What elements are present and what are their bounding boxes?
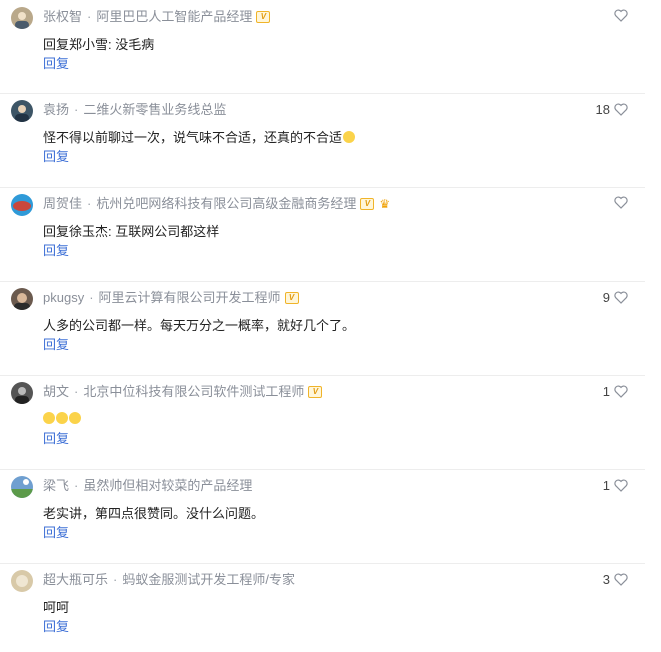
avatar[interactable] xyxy=(11,194,33,216)
avatar[interactable] xyxy=(11,570,33,592)
emoji-icon xyxy=(343,131,356,143)
author-name[interactable]: pkugsy xyxy=(43,289,84,307)
author-name[interactable]: 袁扬 xyxy=(43,101,69,119)
author-name[interactable]: 超大瓶可乐 xyxy=(43,571,108,589)
heart-icon xyxy=(614,385,628,398)
reply-button[interactable]: 回复 xyxy=(43,242,69,260)
author-name[interactable]: 胡文 xyxy=(43,383,69,401)
comment-text: 人多的公司都一样。每天万分之一概率，就好几个了。 xyxy=(43,318,356,333)
like-button[interactable]: 1 xyxy=(603,384,628,399)
like-button[interactable] xyxy=(610,196,628,209)
like-button[interactable]: 9 xyxy=(603,290,628,305)
comment-item: 张权智 · 阿里巴巴人工智能产品经理 V 回复郑小雪: 没毛病 回复 xyxy=(0,0,645,94)
author-title: 蚂蚁金服测试开发工程师/专家 xyxy=(122,572,295,587)
comment-list: 张权智 · 阿里巴巴人工智能产品经理 V 回复郑小雪: 没毛病 回复 袁扬 · … xyxy=(0,0,661,652)
verified-badge-icon: V xyxy=(284,292,299,304)
reply-button[interactable]: 回复 xyxy=(43,430,69,448)
reply-button[interactable]: 回复 xyxy=(43,618,69,636)
verified-badge-icon: V xyxy=(360,198,375,210)
comment-text: 回复郑小雪: 没毛病 xyxy=(43,37,155,52)
reply-button[interactable]: 回复 xyxy=(43,55,69,73)
reply-button[interactable]: 回复 xyxy=(43,336,69,354)
separator-dot: · xyxy=(74,478,79,493)
separator-dot: · xyxy=(74,102,79,117)
like-button[interactable] xyxy=(610,9,628,22)
separator-dot: · xyxy=(87,9,92,24)
like-count: 1 xyxy=(602,478,610,493)
heart-icon xyxy=(614,291,628,304)
reply-button[interactable]: 回复 xyxy=(43,148,69,166)
emoji-icon xyxy=(43,412,55,424)
avatar[interactable] xyxy=(11,288,33,310)
comment-text-content: 怪不得以前聊过一次，说气味不合适，还真的不合适 xyxy=(43,130,343,145)
like-button[interactable]: 18 xyxy=(596,102,628,117)
separator-dot: · xyxy=(113,572,118,587)
author-title: 阿里巴巴人工智能产品经理 xyxy=(96,9,253,24)
comment-item: 胡文 · 北京中位科技有限公司软件测试工程师 V 回复 1 xyxy=(0,375,645,470)
like-count: 1 xyxy=(602,384,610,399)
separator-dot: · xyxy=(89,290,94,305)
comment-item: 周贺佳 · 杭州兑吧网络科技有限公司高级金融商务经理 V ♛ 回复徐玉杰: 互联… xyxy=(0,187,645,282)
separator-dot: · xyxy=(74,384,79,399)
like-count: 9 xyxy=(602,290,610,305)
comment-item: 梁飞 · 虽然帅但相对较菜的产品经理 老实讲，第四点很赞同。没什么问题。 回复 … xyxy=(0,469,645,564)
comment-item: 超大瓶可乐 · 蚂蚁金服测试开发工程师/专家 呵呵 回复 3 xyxy=(0,563,645,652)
comment-text: 老实讲，第四点很赞同。没什么问题。 xyxy=(43,506,265,521)
reply-button[interactable]: 回复 xyxy=(43,524,69,542)
verified-badge-icon: V xyxy=(308,386,323,398)
author-title: 杭州兑吧网络科技有限公司高级金融商务经理 xyxy=(96,196,357,211)
avatar[interactable] xyxy=(11,100,33,122)
crown-icon: ♛ xyxy=(379,197,391,211)
like-count: 18 xyxy=(595,102,610,117)
author-title: 北京中位科技有限公司软件测试工程师 xyxy=(83,384,305,399)
author-name[interactable]: 张权智 xyxy=(43,8,82,26)
like-button[interactable]: 1 xyxy=(603,478,628,493)
emoji-icon xyxy=(69,412,81,424)
comment-text: 呵呵 xyxy=(43,600,70,615)
like-count: 3 xyxy=(602,572,610,587)
separator-dot: · xyxy=(87,196,92,211)
author-name[interactable]: 梁飞 xyxy=(43,477,69,495)
comment-text: 回复徐玉杰: 互联网公司都这样 xyxy=(43,224,220,239)
avatar[interactable] xyxy=(11,382,33,404)
comment-item: pkugsy · 阿里云计算有限公司开发工程师 V 人多的公司都一样。每天万分之… xyxy=(0,281,645,376)
heart-icon xyxy=(614,196,628,209)
heart-icon xyxy=(614,479,628,492)
comment-text: 怪不得以前聊过一次，说气味不合适，还真的不合适 xyxy=(43,129,356,147)
like-button[interactable]: 3 xyxy=(603,572,628,587)
author-title: 阿里云计算有限公司开发工程师 xyxy=(98,290,281,305)
heart-icon xyxy=(614,573,628,586)
heart-icon xyxy=(614,9,628,22)
verified-badge-icon: V xyxy=(256,11,271,23)
comment-text xyxy=(43,411,81,429)
avatar[interactable] xyxy=(11,7,33,29)
avatar[interactable] xyxy=(11,476,33,498)
emoji-icon xyxy=(56,412,68,424)
heart-icon xyxy=(614,103,628,116)
emoji-group xyxy=(43,412,81,424)
author-title: 二维火新零售业务线总监 xyxy=(83,102,227,117)
author-name[interactable]: 周贺佳 xyxy=(43,195,82,213)
author-title: 虽然帅但相对较菜的产品经理 xyxy=(83,478,253,493)
comment-item: 袁扬 · 二维火新零售业务线总监 怪不得以前聊过一次，说气味不合适，还真的不合适… xyxy=(0,93,645,188)
